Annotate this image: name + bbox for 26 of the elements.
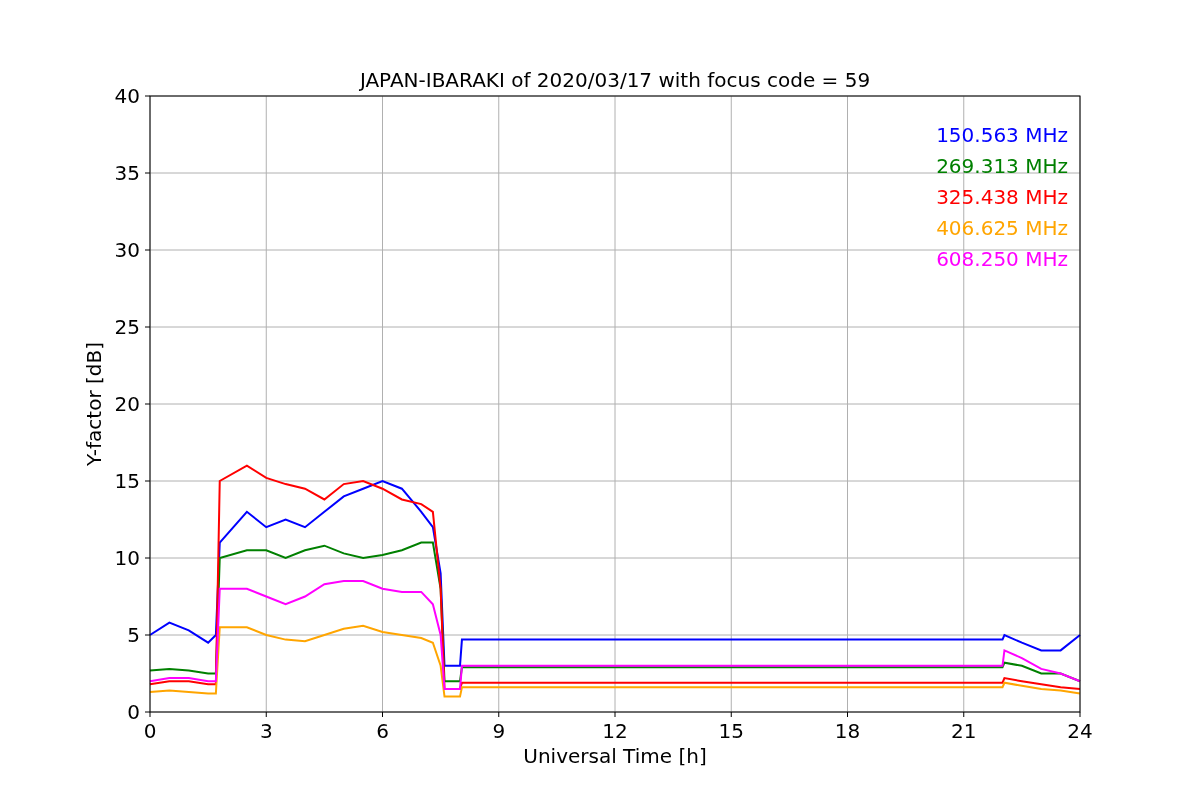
x-tick-label: 3 [259,719,273,743]
x-tick-label: 15 [718,719,744,743]
x-tick-label: 12 [602,719,628,743]
x-tick-label: 9 [492,719,506,743]
legend-label: 325.438 MHz [936,185,1068,209]
y-tick-label: 5 [127,623,140,647]
x-tick-label: 6 [376,719,389,743]
chart-title: JAPAN-IBARAKI of 2020/03/17 with focus code = 59 [359,68,871,92]
y-tick-label: 15 [114,469,140,493]
legend-label: 406.625 MHz [936,216,1068,240]
x-tick-label: 24 [1067,719,1093,743]
y-tick-label: 30 [114,238,140,262]
y-axis-label: Y-factor [dB] [82,342,106,466]
y-tick-label: 20 [114,392,140,416]
x-tick-label: 0 [143,719,157,743]
x-axis-label: Universal Time [h] [523,744,707,768]
x-tick-label: 18 [834,719,861,743]
y-tick-label: 0 [127,700,140,724]
legend-label: 269.313 MHz [936,154,1068,178]
y-tick-label: 25 [114,315,140,339]
y-tick-label: 10 [114,546,140,570]
legend-label: 608.250 MHz [936,247,1068,271]
legend-label: 150.563 MHz [936,123,1068,147]
y-tick-label: 40 [114,84,140,108]
x-tick-label: 21 [951,719,977,743]
y-tick-label: 35 [114,161,140,185]
